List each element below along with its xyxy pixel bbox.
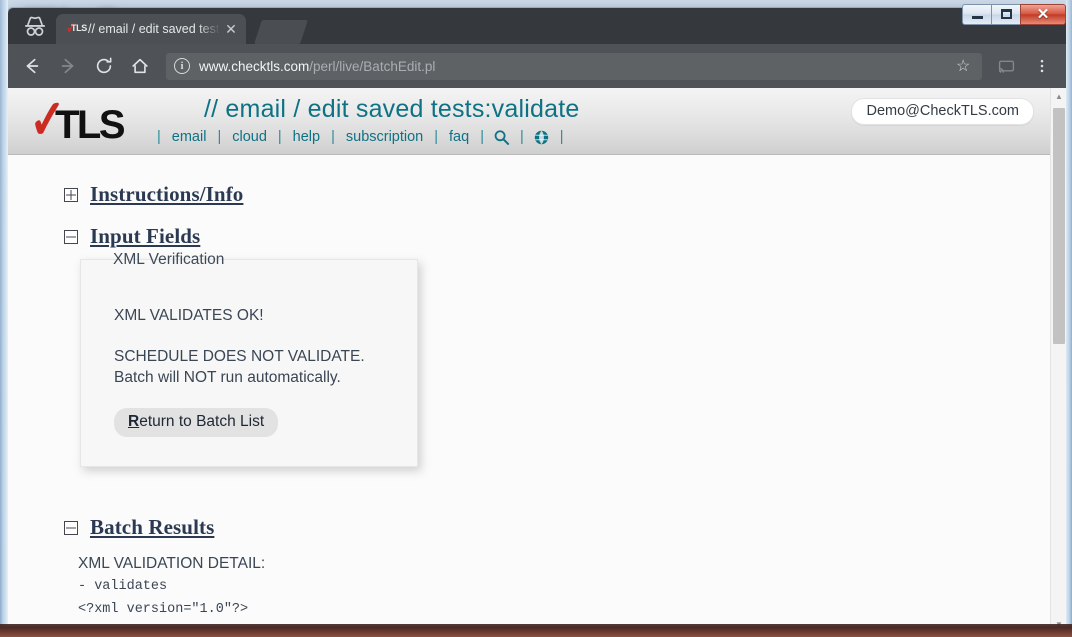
section-instructions-info[interactable]: Instructions/Info bbox=[8, 182, 1050, 207]
section-title[interactable]: Batch Results bbox=[90, 515, 214, 540]
section-title[interactable]: Input Fields bbox=[90, 224, 200, 249]
window-bottom-border bbox=[0, 624, 1072, 637]
nav-separator: | bbox=[559, 129, 564, 145]
maximize-button[interactable] bbox=[991, 3, 1020, 25]
logo-text: TLS bbox=[55, 103, 126, 147]
section-input-fields[interactable]: Input Fields bbox=[8, 224, 1050, 249]
minimize-icon bbox=[971, 15, 983, 19]
nav-separator: | bbox=[217, 129, 222, 145]
collapse-minus-icon[interactable] bbox=[64, 229, 78, 244]
minimize-button[interactable] bbox=[962, 3, 991, 25]
close-window-button[interactable]: ✕ bbox=[1020, 3, 1066, 25]
section-title[interactable]: Instructions/Info bbox=[90, 182, 243, 207]
xml-verification-box: XML VALIDATES OK! SCHEDULE DOES NOT VALI… bbox=[80, 259, 418, 467]
user-account-badge[interactable]: Demo@CheckTLS.com bbox=[851, 98, 1034, 125]
nav-item-email[interactable]: email bbox=[170, 129, 209, 145]
tab-strip: ✓ TLS // email / edit saved tests ✕ bbox=[8, 8, 1066, 44]
page-title: // email / edit saved tests:validate bbox=[204, 95, 580, 123]
new-tab-button[interactable] bbox=[254, 20, 308, 44]
forward-button bbox=[52, 50, 84, 82]
schedule-invalid-message: SCHEDULE DOES NOT VALIDATE. bbox=[114, 348, 365, 365]
reload-button[interactable] bbox=[88, 50, 120, 82]
incognito-icon bbox=[22, 15, 48, 37]
home-button[interactable] bbox=[124, 50, 156, 82]
nav-separator: | bbox=[480, 129, 484, 145]
checktls-logo[interactable]: ✓ TLS bbox=[25, 89, 133, 151]
section-batch-results[interactable]: Batch Results bbox=[8, 515, 1050, 540]
bookmark-star-icon[interactable]: ☆ bbox=[956, 56, 974, 76]
tab-title: // email / edit saved tests bbox=[88, 22, 220, 36]
nav-item-subscription[interactable]: subscription bbox=[344, 129, 425, 145]
desktop: ✓ TLS email | cloud | help | subscriptio… bbox=[0, 0, 1072, 637]
browser-menu-button[interactable] bbox=[1026, 50, 1058, 82]
tab-close-icon[interactable]: ✕ bbox=[222, 20, 240, 38]
globe-icon[interactable] bbox=[533, 128, 551, 146]
nav-item-help[interactable]: help bbox=[291, 129, 322, 145]
site-header: ✓ TLS // email / edit saved tests:valida… bbox=[8, 88, 1050, 155]
button-label: eturn to Batch List bbox=[139, 413, 265, 430]
back-button[interactable] bbox=[16, 50, 48, 82]
nav-separator: | bbox=[434, 129, 439, 145]
search-icon[interactable] bbox=[493, 128, 511, 146]
tab-favicon-icon: ✓ TLS bbox=[66, 20, 87, 37]
site-nav: | email | cloud | help | subscription | … bbox=[148, 128, 573, 146]
address-bar[interactable]: i www.checktls.com/perl/live/BatchEdit.p… bbox=[166, 52, 982, 80]
url-path: /perl/live/BatchEdit.pl bbox=[309, 58, 436, 74]
favicon-label: TLS bbox=[71, 22, 87, 33]
nav-separator: | bbox=[277, 129, 282, 145]
batch-result-line: - validates bbox=[78, 579, 168, 594]
page-scrollbar[interactable]: ▲ ▼ bbox=[1050, 88, 1066, 632]
site-info-icon[interactable]: i bbox=[174, 58, 190, 74]
collapse-minus-icon[interactable] bbox=[64, 520, 78, 535]
xml-verification-legend: XML Verification bbox=[113, 251, 225, 268]
browser-toolbar: i www.checktls.com/perl/live/BatchEdit.p… bbox=[8, 44, 1066, 88]
url-host: www.checktls.com bbox=[199, 58, 310, 74]
url-text: www.checktls.com/perl/live/BatchEdit.pl bbox=[199, 59, 950, 74]
xml-validates-message: XML VALIDATES OK! bbox=[114, 307, 264, 324]
nav-separator: | bbox=[519, 129, 524, 145]
window-right-border bbox=[1066, 0, 1072, 637]
scrollbar-thumb[interactable] bbox=[1053, 108, 1065, 344]
expand-plus-icon[interactable] bbox=[64, 187, 78, 202]
maximize-icon bbox=[1000, 9, 1012, 19]
toolbar-right-actions bbox=[988, 50, 1060, 82]
close-icon: ✕ bbox=[1036, 5, 1050, 23]
page-viewport: ✓ TLS // email / edit saved tests:valida… bbox=[8, 88, 1066, 632]
xml-verification-panel: XML Verification XML VALIDATES OK! SCHED… bbox=[80, 251, 418, 467]
nav-separator: | bbox=[157, 129, 161, 145]
browser-window: ✓ TLS // email / edit saved tests ✕ i ww… bbox=[8, 8, 1066, 632]
return-to-batch-list-button[interactable]: Return to Batch List bbox=[114, 408, 279, 437]
web-page: ✓ TLS // email / edit saved tests:valida… bbox=[8, 88, 1050, 632]
nav-item-faq[interactable]: faq bbox=[447, 129, 471, 145]
batch-results-output: XML VALIDATION DETAIL: - validates <?xml… bbox=[8, 552, 1050, 621]
xml-validation-detail-heading: XML VALIDATION DETAIL: bbox=[78, 555, 266, 572]
cast-icon[interactable] bbox=[990, 50, 1022, 82]
window-left-border bbox=[0, 0, 8, 637]
scroll-up-icon[interactable]: ▲ bbox=[1051, 88, 1066, 104]
batch-not-run-message: Batch will NOT run automatically. bbox=[114, 369, 341, 386]
browser-tab[interactable]: ✓ TLS // email / edit saved tests ✕ bbox=[56, 14, 246, 44]
button-accesskey: R bbox=[128, 413, 140, 430]
batch-result-line: <?xml version="1.0"?> bbox=[78, 602, 249, 617]
nav-item-cloud[interactable]: cloud bbox=[230, 129, 269, 145]
nav-separator: | bbox=[331, 129, 335, 145]
page-body: Instructions/Info Input Fields XML Verif… bbox=[8, 155, 1050, 621]
window-controls: ✕ bbox=[962, 3, 1066, 25]
